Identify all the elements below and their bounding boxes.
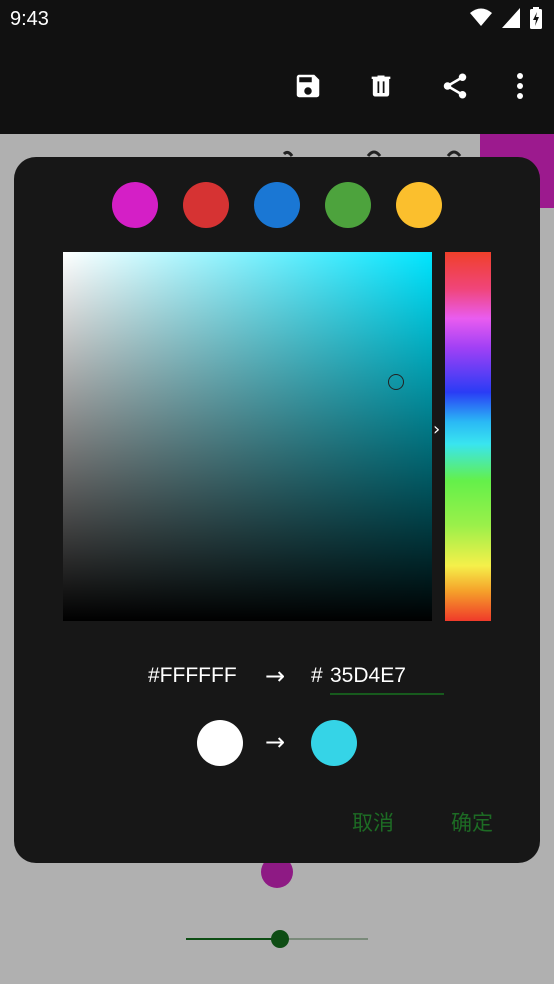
hex-input[interactable]: 35D4E7 [330,659,444,695]
arrow-right-icon: → [265,728,286,756]
sv-cursor[interactable] [388,374,404,390]
size-slider-active-track[interactable] [186,938,280,940]
hue-slider[interactable] [445,252,491,621]
hex-prefix: # [311,664,323,687]
status-icons [470,7,542,29]
old-hex-value: #FFFFFF [148,664,237,687]
share-icon [443,73,467,99]
old-color-preview [197,720,243,766]
delete-button[interactable] [363,68,399,104]
size-slider-thumb[interactable] [271,930,289,948]
more-vert-icon [517,73,523,99]
saturation-value-panel[interactable] [63,252,432,621]
app-bar [0,40,554,134]
battery-charging-icon [530,7,542,29]
status-bar: 9:43 [0,0,554,40]
hue-indicator-icon: › [433,419,441,440]
preset-swatch-magenta[interactable] [112,182,158,228]
size-slider-inactive-track[interactable] [280,938,368,940]
new-color-preview [311,720,357,766]
delete-icon [371,75,391,97]
share-button[interactable] [437,68,473,104]
save-button[interactable] [290,68,326,104]
preset-swatch-blue[interactable] [254,182,300,228]
color-picker-dialog: › #FFFFFF → # 35D4E7 → 取消 确定 [14,157,540,863]
preset-swatch-yellow[interactable] [396,182,442,228]
ok-button[interactable]: 确定 [451,807,493,837]
preset-swatch-red[interactable] [183,182,229,228]
wifi-icon [470,8,492,26]
cancel-button[interactable]: 取消 [352,807,394,837]
preset-swatch-green[interactable] [325,182,371,228]
cellular-signal-icon [502,8,520,28]
save-icon [296,74,320,98]
arrow-right-icon: → [265,662,286,690]
status-time: 9:43 [10,8,49,30]
more-options-button[interactable] [502,68,538,104]
